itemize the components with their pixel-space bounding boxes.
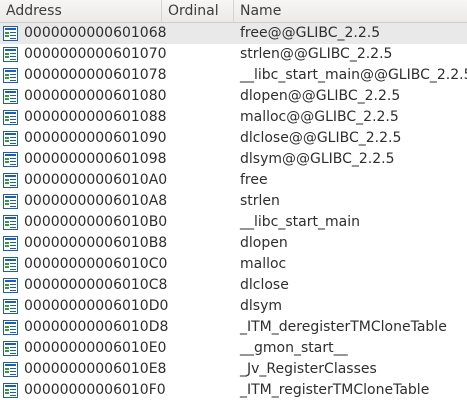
table-row[interactable]: 00000000006010B8 dlopen (0, 233, 467, 254)
name-cell: _ITM_deregisterTMCloneTable (240, 319, 447, 335)
import-entry-icon (3, 320, 18, 335)
name-cell: strlen (240, 193, 280, 209)
name-cell: dlsym@@GLIBC_2.2.5 (240, 151, 395, 167)
name-cell: dlopen (240, 235, 288, 251)
table-row[interactable]: 0000000000601088 malloc@@GLIBC_2.2.5 (0, 107, 467, 128)
address-cell: 00000000006010B8 (24, 235, 168, 251)
name-cell: dlsym (240, 298, 282, 314)
name-cell: free (240, 172, 268, 188)
import-entry-icon (3, 152, 18, 167)
import-entry-icon (3, 299, 18, 314)
import-entry-icon (3, 47, 18, 62)
name-cell: __gmon_start__ (240, 340, 348, 356)
table-row[interactable]: 00000000006010D0 dlsym (0, 296, 467, 317)
table-row[interactable]: 0000000000601070 strlen@@GLIBC_2.2.5 (0, 44, 467, 65)
table-row[interactable]: 00000000006010A8 strlen (0, 191, 467, 212)
import-entry-icon (3, 236, 18, 251)
table-row[interactable]: 0000000000601068 free@@GLIBC_2.2.5 (0, 23, 467, 44)
name-cell: dlclose@@GLIBC_2.2.5 (240, 130, 402, 146)
name-cell: free@@GLIBC_2.2.5 (240, 25, 381, 41)
address-cell: 0000000000601090 (24, 130, 167, 146)
name-cell: _ITM_registerTMCloneTable (240, 382, 430, 398)
import-entry-icon (3, 173, 18, 188)
table-row[interactable]: 00000000006010B0 __libc_start_main (0, 212, 467, 233)
import-entry-icon (3, 89, 18, 104)
table-row[interactable]: 0000000000601078 __libc_start_main@@GLIBC… (0, 65, 467, 86)
name-cell: dlopen@@GLIBC_2.2.5 (240, 88, 401, 104)
address-cell: 0000000000601068 (24, 25, 167, 41)
import-entry-icon (3, 26, 18, 41)
name-cell: malloc@@GLIBC_2.2.5 (240, 109, 399, 125)
address-cell: 0000000000601098 (24, 151, 167, 167)
address-cell: 0000000000601078 (24, 67, 167, 83)
table-header: Address Ordinal Name (0, 0, 467, 23)
table-row[interactable]: 00000000006010A0 free (0, 170, 467, 191)
column-header-name[interactable]: Name (234, 0, 467, 22)
table-row[interactable]: 00000000006010E0 __gmon_start__ (0, 338, 467, 359)
table-row[interactable]: 0000000000601090 dlclose@@GLIBC_2.2.5 (0, 128, 467, 149)
name-cell: malloc (240, 256, 287, 272)
import-entry-icon (3, 257, 18, 272)
name-cell: strlen@@GLIBC_2.2.5 (240, 46, 393, 62)
imports-table: Address Ordinal Name 0000000000601068 fre… (0, 0, 467, 400)
column-header-address[interactable]: Address (0, 0, 162, 22)
address-cell: 00000000006010B0 (24, 214, 168, 230)
table-row[interactable]: 00000000006010C8 dlclose (0, 275, 467, 296)
name-cell: __libc_start_main (240, 214, 360, 230)
table-row[interactable]: 0000000000601098 dlsym@@GLIBC_2.2.5 (0, 149, 467, 170)
column-header-ordinal[interactable]: Ordinal (162, 0, 234, 22)
address-cell: 00000000006010A8 (24, 193, 168, 209)
name-cell: _Jv_RegisterClasses (240, 361, 377, 377)
import-entry-icon (3, 68, 18, 83)
import-entry-icon (3, 215, 18, 230)
address-cell: 00000000006010E8 (24, 361, 167, 377)
table-row[interactable]: 00000000006010E8 _Jv_RegisterClasses (0, 359, 467, 380)
address-cell: 0000000000601070 (24, 46, 167, 62)
address-cell: 00000000006010D8 (24, 319, 169, 335)
name-cell: dlclose (240, 277, 289, 293)
name-cell: __libc_start_main@@GLIBC_2.2.5 (240, 67, 467, 83)
address-cell: 0000000000601080 (24, 88, 167, 104)
table-row[interactable]: 00000000006010C0 malloc (0, 254, 467, 275)
import-entry-icon (3, 278, 18, 293)
table-body: 0000000000601068 free@@GLIBC_2.2.5 0000000… (0, 23, 467, 400)
import-entry-icon (3, 362, 18, 377)
import-entry-icon (3, 194, 18, 209)
address-cell: 00000000006010C0 (24, 256, 168, 272)
table-row[interactable]: 00000000006010D8 _ITM_deregisterTMCloneTa… (0, 317, 467, 338)
table-row[interactable]: 00000000006010F0 _ITM_registerTMCloneTabl… (0, 380, 467, 400)
address-cell: 00000000006010A0 (24, 172, 168, 188)
address-cell: 00000000006010F0 (24, 382, 166, 398)
import-entry-icon (3, 110, 18, 125)
import-entry-icon (3, 341, 18, 356)
address-cell: 00000000006010C8 (24, 277, 168, 293)
address-cell: 00000000006010D0 (24, 298, 169, 314)
table-row[interactable]: 0000000000601080 dlopen@@GLIBC_2.2.5 (0, 86, 467, 107)
import-entry-icon (3, 383, 18, 398)
address-cell: 00000000006010E0 (24, 340, 167, 356)
address-cell: 0000000000601088 (24, 109, 167, 125)
import-entry-icon (3, 131, 18, 146)
